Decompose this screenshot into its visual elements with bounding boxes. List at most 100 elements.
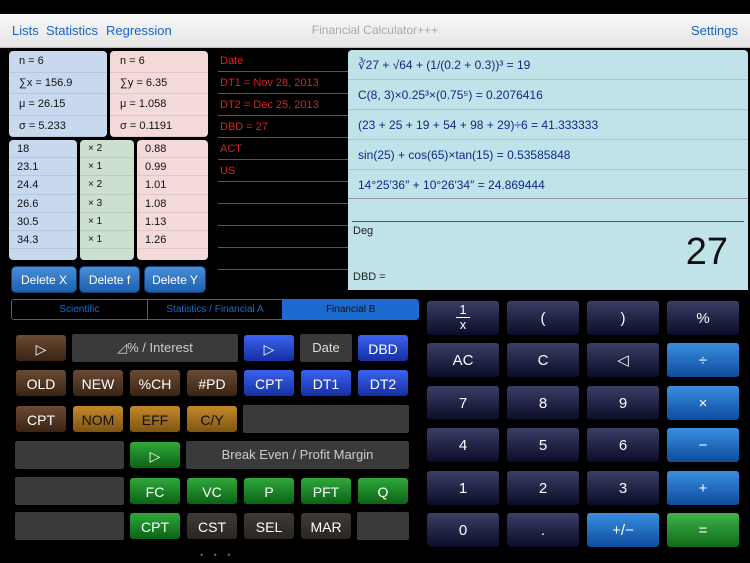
tab-statistics-financial-a[interactable]: Statistics / Financial A — [147, 300, 284, 319]
list-item[interactable]: 1.08 — [137, 195, 208, 213]
dt1-button[interactable]: DT1 — [300, 369, 352, 397]
equals-key[interactable]: = — [666, 512, 740, 548]
list-item[interactable]: 0.88 — [137, 140, 208, 159]
dbd-button[interactable]: DBD — [357, 334, 409, 362]
list-item[interactable]: 26.6 — [9, 195, 77, 213]
all-clear-key[interactable]: AC — [426, 342, 500, 378]
date-dt1[interactable]: DT1 = Nov 28, 2013 — [218, 72, 348, 94]
delete-f-button[interactable]: Delete f — [79, 266, 140, 293]
x-stat-n: n = 6 — [9, 51, 107, 73]
tab-scientific[interactable]: Scientific — [12, 300, 148, 319]
list-item[interactable]: × 1 — [80, 158, 134, 177]
digit-9-key[interactable]: 9 — [586, 385, 660, 421]
list-item[interactable]: 1.26 — [137, 231, 208, 250]
list-item — [218, 226, 348, 248]
add-key[interactable]: + — [666, 470, 740, 506]
settings-button[interactable]: Settings — [691, 23, 738, 38]
interest-label: ◿% / Interest — [72, 334, 238, 362]
list-item[interactable]: × 1 — [80, 213, 134, 231]
date-dbd[interactable]: DBD = 27 — [218, 116, 348, 138]
fc-button[interactable]: FC — [129, 477, 181, 505]
periods-button[interactable]: #PD — [186, 369, 238, 397]
list-item[interactable]: × 1 — [80, 231, 134, 250]
digit-0-key[interactable]: 0 — [426, 512, 500, 548]
history-entry[interactable]: ∛27 + √64 + (1/(0.2 + 0.3))³ = 19 — [348, 50, 748, 80]
digit-8-key[interactable]: 8 — [506, 385, 580, 421]
play-button[interactable]: ▷ — [15, 334, 67, 362]
list-item[interactable]: 24.4 — [9, 176, 77, 195]
pft-button[interactable]: PFT — [300, 477, 352, 505]
cpt-button[interactable]: CPT — [15, 405, 67, 433]
list-item[interactable]: 34.3 — [9, 231, 77, 250]
reciprocal-numerator: 1 — [456, 303, 470, 318]
empty-field — [15, 441, 124, 469]
play-button[interactable]: ▷ — [129, 441, 181, 469]
f-list[interactable]: × 2 × 1 × 2 × 3 × 1 × 1 — [80, 140, 134, 260]
history-entry[interactable]: sin(25) + cos(65)×tan(15) = 0.53585848 — [348, 140, 748, 170]
y-list[interactable]: 0.88 0.99 1.01 1.08 1.13 1.26 — [137, 140, 208, 260]
cy-button[interactable]: C/Y — [186, 405, 238, 433]
list-item[interactable]: 30.5 — [9, 213, 77, 231]
multiply-key[interactable]: × — [666, 385, 740, 421]
digit-1-key[interactable]: 1 — [426, 470, 500, 506]
old-button[interactable]: OLD — [15, 369, 67, 397]
list-item — [218, 204, 348, 226]
delete-x-button[interactable]: Delete X — [11, 266, 77, 293]
date-convention[interactable]: US — [218, 160, 348, 182]
reciprocal-key[interactable]: 1 x — [426, 300, 500, 336]
display-divider — [352, 221, 744, 222]
mar-button[interactable]: MAR — [300, 512, 352, 540]
percent-key[interactable]: % — [666, 300, 740, 336]
list-item[interactable]: 0.99 — [137, 158, 208, 177]
y-stat-sd: σ = 0.1191 — [110, 116, 208, 137]
list-item[interactable]: 1.13 — [137, 213, 208, 231]
history-entry[interactable]: (23 + 25 + 19 + 54 + 98 + 29)÷6 = 41.333… — [348, 110, 748, 140]
list-item[interactable]: × 2 — [80, 176, 134, 195]
new-button[interactable]: NEW — [72, 369, 124, 397]
digit-6-key[interactable]: 6 — [586, 427, 660, 463]
left-paren-key[interactable]: ( — [506, 300, 580, 336]
calculation-history[interactable]: ∛27 + √64 + (1/(0.2 + 0.3))³ = 19 C(8, 3… — [348, 50, 748, 200]
percent-change-button[interactable]: %CH — [129, 369, 181, 397]
page-indicator[interactable]: • • • — [200, 550, 234, 560]
x-list[interactable]: 18 23.1 24.4 26.6 30.5 34.3 — [9, 140, 77, 260]
digit-7-key[interactable]: 7 — [426, 385, 500, 421]
play-button[interactable]: ▷ — [243, 334, 295, 362]
nom-button[interactable]: NOM — [72, 405, 124, 433]
right-paren-key[interactable]: ) — [586, 300, 660, 336]
divide-key[interactable]: ÷ — [666, 342, 740, 378]
q-button[interactable]: Q — [357, 477, 409, 505]
display-subtext: DBD = — [353, 271, 386, 283]
x-stat-mean: μ = 26.15 — [9, 94, 107, 116]
list-item[interactable]: 18 — [9, 140, 77, 159]
date-dt2[interactable]: DT2 = Dec 25, 2013 — [218, 94, 348, 116]
digit-2-key[interactable]: 2 — [506, 470, 580, 506]
digit-4-key[interactable]: 4 — [426, 427, 500, 463]
negate-key[interactable]: +/− — [586, 512, 660, 548]
delete-y-button[interactable]: Delete Y — [144, 266, 206, 293]
list-item[interactable]: × 2 — [80, 140, 134, 159]
clear-key[interactable]: C — [506, 342, 580, 378]
backspace-key[interactable]: ◁ — [586, 342, 660, 378]
list-item[interactable]: 1.01 — [137, 176, 208, 195]
sel-button[interactable]: SEL — [243, 512, 295, 540]
history-entry[interactable]: C(8, 3)×0.25³×(0.75⁵) = 0.2076416 — [348, 80, 748, 110]
dt2-button[interactable]: DT2 — [357, 369, 409, 397]
subtract-key[interactable]: − — [666, 427, 740, 463]
cst-button[interactable]: CST — [186, 512, 238, 540]
cpt-button[interactable]: CPT — [129, 512, 181, 540]
digit-5-key[interactable]: 5 — [506, 427, 580, 463]
p-button[interactable]: P — [243, 477, 295, 505]
history-entry[interactable]: 14°25′36″ + 10°26′34″ = 24.869444 — [348, 170, 748, 200]
digit-3-key[interactable]: 3 — [586, 470, 660, 506]
decimal-key[interactable]: . — [506, 512, 580, 548]
eff-button[interactable]: EFF — [129, 405, 181, 433]
list-item[interactable]: 23.1 — [9, 158, 77, 177]
date-list: Date DT1 = Nov 28, 2013 DT2 = Dec 25, 20… — [218, 50, 348, 270]
app-title: Financial Calculator+++ — [311, 23, 439, 37]
tab-financial-b[interactable]: Financial B — [283, 300, 418, 319]
vc-button[interactable]: VC — [186, 477, 238, 505]
date-basis[interactable]: ACT — [218, 138, 348, 160]
list-item[interactable]: × 3 — [80, 195, 134, 213]
cpt-button[interactable]: CPT — [243, 369, 295, 397]
